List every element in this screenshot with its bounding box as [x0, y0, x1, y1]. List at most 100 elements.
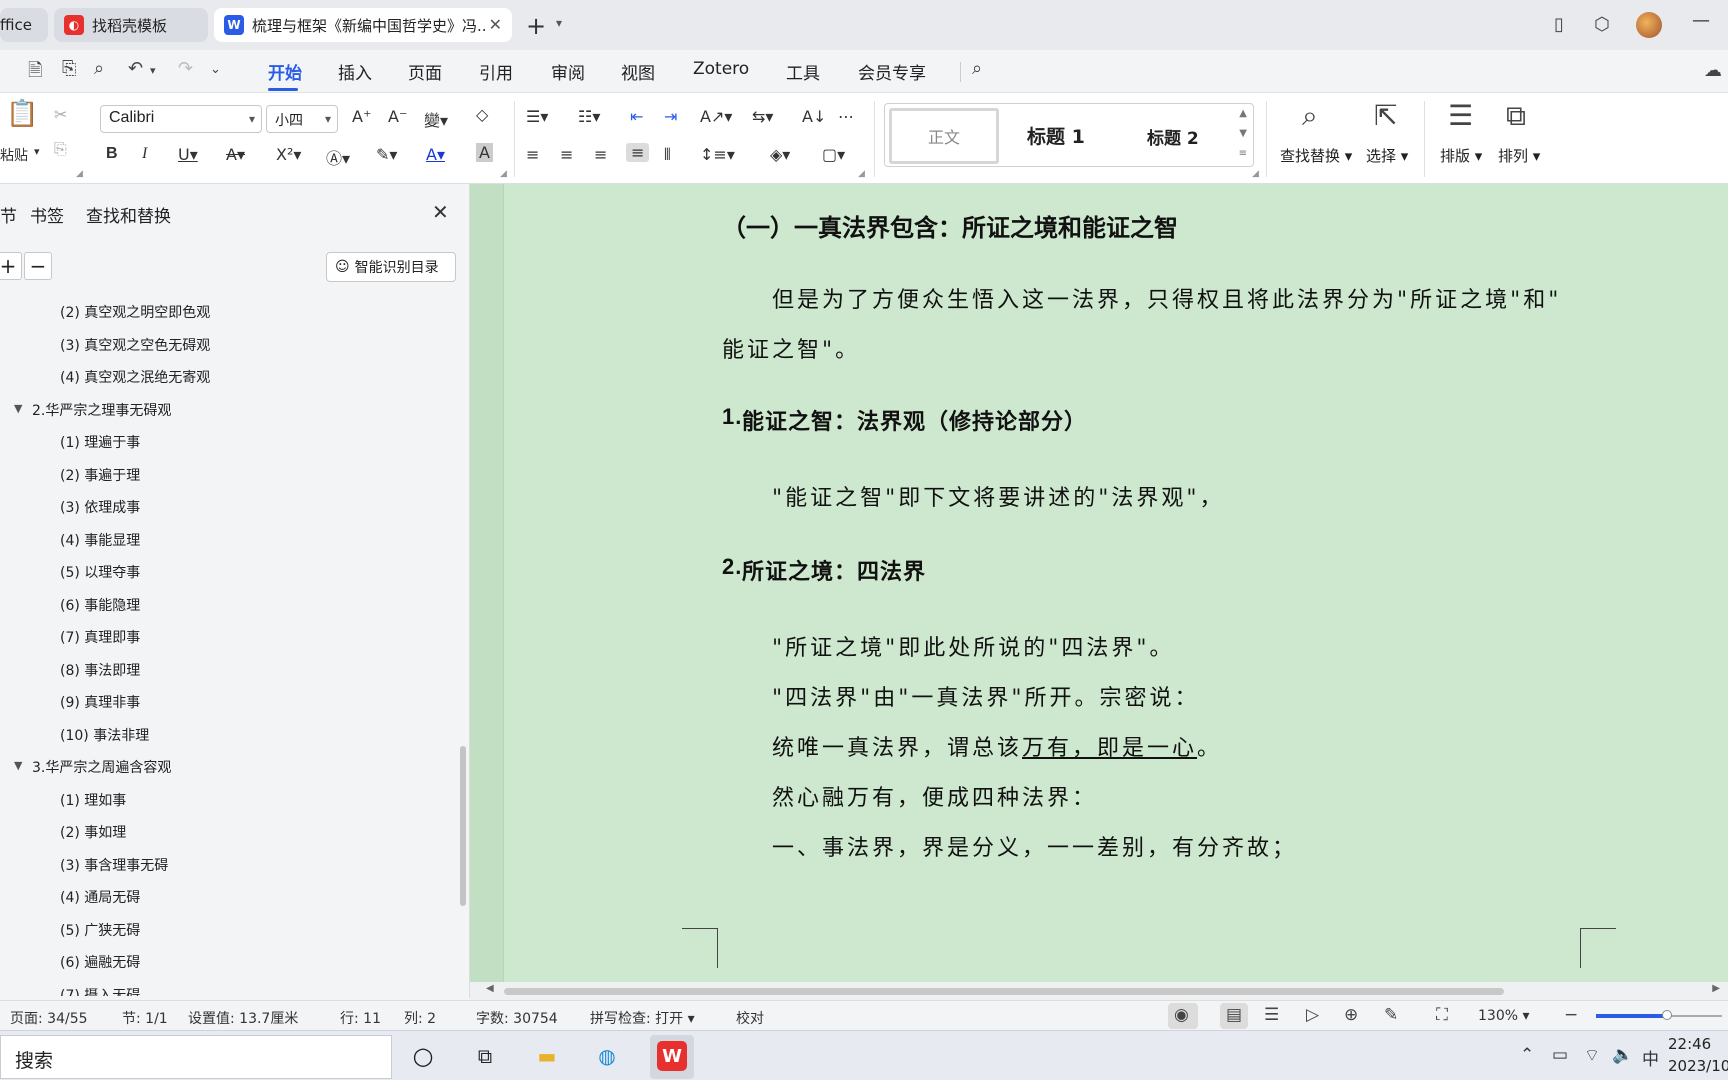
menu-view[interactable]: 视图: [621, 59, 655, 84]
doc-subheading[interactable]: 能证之智：法界观（修持论部分）: [742, 404, 1087, 436]
doc-paragraph[interactable]: 一、事法界，界是分义，一一差别，有分齐故；: [772, 830, 1297, 862]
wps-icon[interactable]: W: [657, 1041, 687, 1071]
layout-icon[interactable]: ☰: [1448, 99, 1473, 132]
scrollbar-thumb[interactable]: [504, 988, 1504, 995]
caret-down-icon[interactable]: ▼: [14, 759, 22, 772]
toc-item[interactable]: (5) 以理夺事: [0, 556, 440, 586]
cut-icon[interactable]: ✂: [54, 105, 67, 124]
expand-all-button[interactable]: +: [0, 252, 22, 280]
arrange-icon[interactable]: ⧉: [1506, 99, 1526, 133]
menu-review[interactable]: 审阅: [551, 59, 585, 84]
doc-paragraph[interactable]: "所证之境"即此处所说的"四法界"。: [772, 630, 1174, 662]
font-name-select[interactable]: Calibri ▾: [100, 105, 262, 133]
doc-subheading-number[interactable]: 2.: [722, 554, 742, 580]
paste-dropdown-icon[interactable]: ▾: [34, 145, 40, 158]
superscript-icon[interactable]: X²▾: [276, 145, 301, 164]
chevron-down-icon[interactable]: ▼: [1239, 128, 1247, 139]
toc-item[interactable]: (8) 事法即理: [0, 654, 440, 684]
minimize-icon[interactable]: —: [1692, 10, 1710, 31]
chevron-up-icon[interactable]: ⌃: [1520, 1045, 1534, 1065]
font-size-select[interactable]: 小四 ▾: [266, 105, 338, 133]
status-section[interactable]: 节: 1/1: [122, 1008, 168, 1028]
doc-paragraph[interactable]: 然心融万有，便成四种法界：: [772, 780, 1097, 812]
proofread-button[interactable]: 校对: [736, 1008, 764, 1028]
show-marks-icon[interactable]: ⋯: [838, 107, 854, 126]
pen-icon[interactable]: ✎: [1384, 1005, 1398, 1025]
undo-dropdown-icon[interactable]: ▾: [150, 64, 156, 77]
style-heading-1[interactable]: 标题 1: [1027, 122, 1085, 149]
avatar[interactable]: [1636, 12, 1662, 38]
select-icon[interactable]: ⇱: [1374, 99, 1397, 132]
distribute-icon[interactable]: ⫴: [664, 145, 671, 165]
expand-gallery-icon[interactable]: ≡: [1239, 148, 1247, 159]
edge-browser-icon[interactable]: ◍: [592, 1041, 622, 1071]
search-icon[interactable]: ⌕: [972, 58, 982, 79]
menu-member[interactable]: 会员专享: [858, 59, 926, 84]
redo-icon[interactable]: ↷: [178, 58, 193, 79]
toc-heading-item[interactable]: ▼ 2.华严宗之理事无碍观: [0, 394, 440, 424]
highlight-icon[interactable]: ✎▾: [376, 145, 397, 164]
justify-icon[interactable]: ≡: [626, 143, 650, 162]
select-button[interactable]: 选择 ▾: [1366, 145, 1408, 166]
horizontal-scrollbar[interactable]: ◀ ▶: [470, 982, 1728, 1000]
shrink-font-icon[interactable]: A⁻: [388, 107, 407, 126]
bold-icon[interactable]: B: [106, 145, 118, 163]
bullet-list-icon[interactable]: ☰▾: [526, 107, 548, 126]
status-setting[interactable]: 设置值: 13.7厘米: [188, 1008, 298, 1028]
increase-indent-icon[interactable]: ⇥: [664, 107, 677, 126]
clock-date[interactable]: 2023/10: [1668, 1057, 1728, 1075]
doc-paragraph-line[interactable]: 能证之智"。: [722, 332, 860, 364]
arrange-button[interactable]: 排列 ▾: [1498, 145, 1540, 166]
align-center-icon[interactable]: ≡: [560, 145, 573, 164]
font-color-icon[interactable]: A▾: [426, 145, 445, 164]
toc-item[interactable]: (4) 通局无碍: [0, 881, 440, 911]
toc-item[interactable]: (4) 真空观之泯绝无寄观: [0, 361, 440, 391]
toc-item[interactable]: (3) 真空观之空色无碍观: [0, 329, 440, 359]
toc-item[interactable]: (9) 真理非事: [0, 686, 440, 716]
file-explorer-icon[interactable]: ▬: [532, 1041, 562, 1071]
text-direction-icon[interactable]: A↗▾: [700, 107, 732, 126]
caret-down-icon[interactable]: ▼: [14, 402, 22, 415]
doc-heading[interactable]: （一）一真法界包含：所证之境和能证之智: [722, 208, 1178, 243]
print-preview-icon[interactable]: ⌕: [94, 58, 104, 79]
menu-references[interactable]: 引用: [479, 59, 513, 84]
dialog-launcher-icon[interactable]: ◢: [500, 169, 507, 179]
web-view-icon[interactable]: ⊕: [1344, 1005, 1358, 1025]
smart-toc-button[interactable]: ☺ 智能识别目录: [326, 252, 456, 282]
layout-button[interactable]: 排版 ▾: [1440, 145, 1482, 166]
italic-icon[interactable]: I: [142, 145, 147, 163]
toc-item[interactable]: (5) 广狭无碍: [0, 914, 440, 944]
zoom-out-icon[interactable]: −: [1564, 1005, 1578, 1025]
tab-office[interactable]: ffice: [0, 8, 48, 42]
nav-tab-bookmark[interactable]: 书签: [30, 202, 64, 227]
format-painter-icon[interactable]: ⎘: [54, 139, 67, 159]
toc-item[interactable]: (6) 事能隐理: [0, 589, 440, 619]
more-chevron-icon[interactable]: ⌄: [210, 62, 221, 77]
new-tab-icon[interactable]: +: [526, 12, 546, 40]
scrollbar[interactable]: [460, 746, 466, 906]
toc-item[interactable]: (6) 遍融无碍: [0, 946, 440, 976]
cloud-sync-icon[interactable]: ☁: [1704, 60, 1722, 81]
export-pdf-icon[interactable]: ⎘: [62, 58, 76, 79]
cortana-icon[interactable]: ○: [408, 1041, 438, 1071]
close-icon[interactable]: ✕: [432, 200, 449, 224]
layout-icon[interactable]: ▯: [1554, 14, 1564, 35]
chevron-up-icon[interactable]: ▲: [1239, 108, 1247, 119]
dialog-launcher-icon[interactable]: ◢: [858, 169, 865, 179]
status-word-count[interactable]: 字数: 30754: [476, 1008, 558, 1028]
toc-item[interactable]: (1) 理遍于事: [0, 426, 440, 456]
strikethrough-icon[interactable]: A▾: [226, 145, 245, 164]
nav-tab-section[interactable]: 节: [0, 202, 17, 227]
toc-item[interactable]: (4) 事能显理: [0, 524, 440, 554]
toc-item[interactable]: (3) 事含理事无碍: [0, 849, 440, 879]
border-icon[interactable]: ▢▾: [822, 145, 845, 164]
decrease-indent-icon[interactable]: ⇤: [630, 107, 643, 126]
doc-subheading-number[interactable]: 1.: [722, 404, 742, 430]
close-tab-icon[interactable]: ✕: [489, 15, 502, 34]
play-icon[interactable]: ▷: [1306, 1005, 1319, 1025]
doc-paragraph[interactable]: 统唯一真法界，谓总该万有，即是一心。: [772, 730, 1222, 762]
doc-paragraph[interactable]: "能证之智"即下文将要讲述的"法界观"，: [772, 480, 1224, 512]
cube-icon[interactable]: ⬡: [1594, 14, 1610, 35]
paste-icon[interactable]: 📋: [6, 99, 38, 129]
zoom-slider-thumb[interactable]: [1662, 1010, 1672, 1020]
